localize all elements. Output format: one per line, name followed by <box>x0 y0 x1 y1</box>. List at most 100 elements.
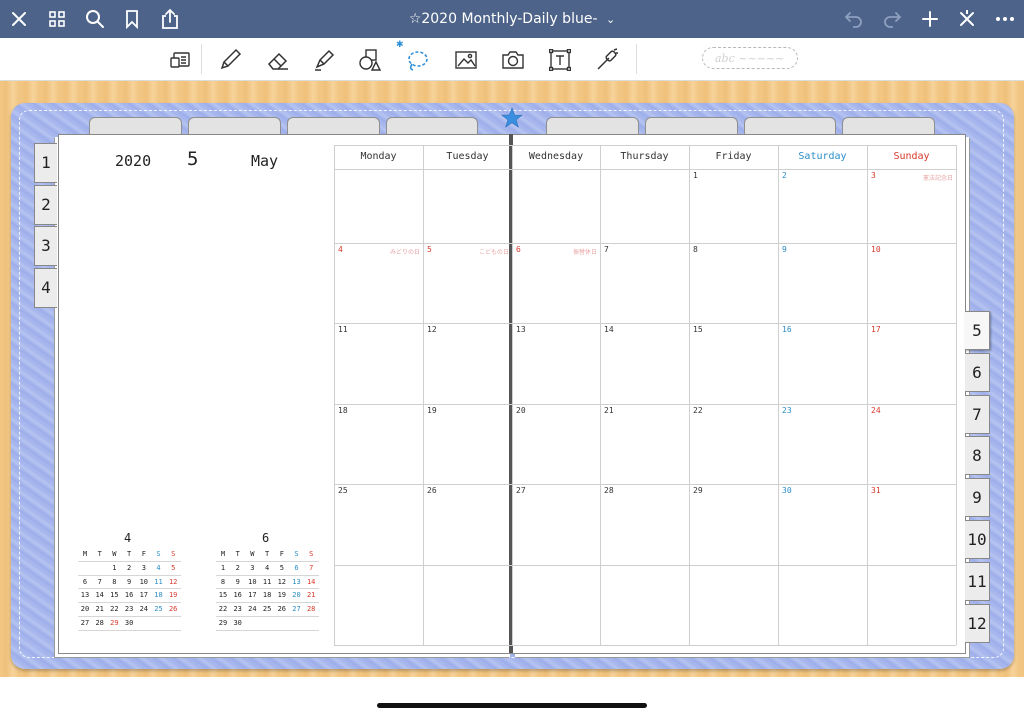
month-calendar-grid: Monday Tuesday Wednesday Thursday Friday Satu… <box>334 145 957 646</box>
month-tab-9[interactable]: 9 <box>965 478 990 518</box>
month-tab-8[interactable]: 8 <box>965 436 990 476</box>
keyboard-tool-icon[interactable] <box>168 47 194 73</box>
document-title-text: ☆2020 Monthly-Daily blue- <box>408 11 598 27</box>
day-cell[interactable]: 27 <box>512 484 600 565</box>
star-icon[interactable] <box>501 107 523 129</box>
close-icon[interactable] <box>7 7 31 31</box>
day-cell[interactable]: 18 <box>334 404 423 484</box>
camera-icon[interactable] <box>500 47 526 73</box>
month-tab-3[interactable]: 3 <box>34 226 57 266</box>
day-cell[interactable]: 15 <box>689 323 778 404</box>
mini-day: 20 <box>292 591 301 600</box>
day-cell[interactable]: 17 <box>867 323 956 404</box>
day-cell[interactable]: 20 <box>512 404 600 484</box>
mini-day: 21 <box>95 605 104 614</box>
shapes-icon[interactable] <box>357 47 383 73</box>
day-number: 23 <box>782 406 792 415</box>
share-icon[interactable] <box>158 7 182 31</box>
day-cell[interactable]: 7 <box>600 243 689 323</box>
redo-icon[interactable] <box>880 7 904 31</box>
mini-day: 13 <box>292 577 301 586</box>
mini-weekday: F <box>279 550 284 558</box>
day-cell[interactable] <box>334 169 423 243</box>
month-tab-12[interactable]: 12 <box>965 603 990 643</box>
day-cell[interactable]: 1 <box>689 169 778 243</box>
mini-day: 29 <box>110 618 119 627</box>
day-cell[interactable] <box>600 565 689 645</box>
day-cell[interactable]: 19 <box>423 404 512 484</box>
month-tab-10[interactable]: 10 <box>965 520 990 559</box>
month-name-label: May <box>251 152 279 170</box>
month-tab-5[interactable]: 5 <box>965 311 990 350</box>
mini-day: 7 <box>309 564 314 572</box>
day-number: 27 <box>516 486 526 495</box>
day-cell[interactable] <box>867 565 956 645</box>
day-cell[interactable] <box>512 565 600 645</box>
month-tab-7[interactable]: 7 <box>965 394 990 434</box>
month-tab-4[interactable]: 4 <box>34 268 57 308</box>
day-cell[interactable]: 31 <box>867 484 956 565</box>
day-cell[interactable]: 28 <box>600 484 689 565</box>
day-cell[interactable]: 22 <box>689 404 778 484</box>
close-x-icon[interactable] <box>955 7 979 31</box>
undo-icon[interactable] <box>842 7 866 31</box>
month-tab-2[interactable]: 2 <box>34 185 57 225</box>
handwriting-input[interactable]: abc ~~~~~ <box>702 47 798 69</box>
day-cell[interactable]: 12 <box>423 323 512 404</box>
month-tab-6[interactable]: 6 <box>965 352 990 392</box>
day-cell[interactable]: 8 <box>689 243 778 323</box>
weekday-header-saturday: Saturday <box>798 151 847 162</box>
day-cell[interactable]: 13 <box>512 323 600 404</box>
day-cell[interactable]: 25 <box>334 484 423 565</box>
day-cell[interactable]: 30 <box>778 484 867 565</box>
text-box-icon[interactable] <box>547 47 573 73</box>
mini-day: 27 <box>80 618 90 627</box>
grid-icon[interactable] <box>45 7 69 31</box>
more-icon[interactable] <box>993 7 1017 31</box>
month-tab-1[interactable]: 1 <box>34 143 57 183</box>
mini-day: 9 <box>235 577 240 586</box>
day-cell[interactable]: 24 <box>867 404 956 484</box>
day-cell[interactable]: 10 <box>867 243 956 323</box>
eraser-icon[interactable] <box>265 47 291 73</box>
day-cell[interactable]: 16 <box>778 323 867 404</box>
document-title[interactable]: ☆2020 Monthly-Daily blue- ⌄ <box>380 0 644 38</box>
day-cell[interactable]: 9 <box>778 243 867 323</box>
mini-day: 4 <box>156 564 161 572</box>
day-cell[interactable] <box>689 565 778 645</box>
add-icon[interactable] <box>918 7 942 31</box>
day-cell[interactable] <box>423 565 512 645</box>
mini-weekday: S <box>156 550 161 558</box>
lasso-icon[interactable] <box>404 47 430 73</box>
day-cell[interactable]: 23 <box>778 404 867 484</box>
day-number: 9 <box>782 245 787 254</box>
day-cell[interactable]: 2 <box>778 169 867 243</box>
day-number: 5 <box>427 245 432 254</box>
month-tab-11[interactable]: 11 <box>965 561 990 601</box>
laser-icon[interactable] <box>594 47 620 73</box>
search-icon[interactable] <box>83 7 107 31</box>
day-number: 29 <box>693 486 703 495</box>
mini-day: 26 <box>277 605 287 614</box>
image-icon[interactable] <box>453 47 479 73</box>
day-cell[interactable] <box>600 169 689 243</box>
mini-day: 27 <box>292 605 301 614</box>
mini-day: 29 <box>218 618 228 627</box>
day-cell[interactable]: 14 <box>600 323 689 404</box>
home-indicator[interactable] <box>377 703 647 708</box>
pen-icon[interactable] <box>217 47 243 73</box>
bookmark-icon[interactable] <box>120 7 144 31</box>
mini-day: 13 <box>80 591 90 600</box>
day-cell[interactable]: 29 <box>689 484 778 565</box>
mini-day: 18 <box>154 591 163 600</box>
mini-day: 22 <box>218 605 228 614</box>
mini-day: 16 <box>233 591 242 600</box>
day-cell[interactable]: 11 <box>334 323 423 404</box>
highlighter-icon[interactable] <box>311 47 337 73</box>
day-cell[interactable] <box>423 169 512 243</box>
day-cell[interactable]: 21 <box>600 404 689 484</box>
day-cell[interactable] <box>778 565 867 645</box>
day-cell[interactable]: 26 <box>423 484 512 565</box>
day-cell[interactable] <box>512 169 600 243</box>
day-cell[interactable] <box>334 565 423 645</box>
